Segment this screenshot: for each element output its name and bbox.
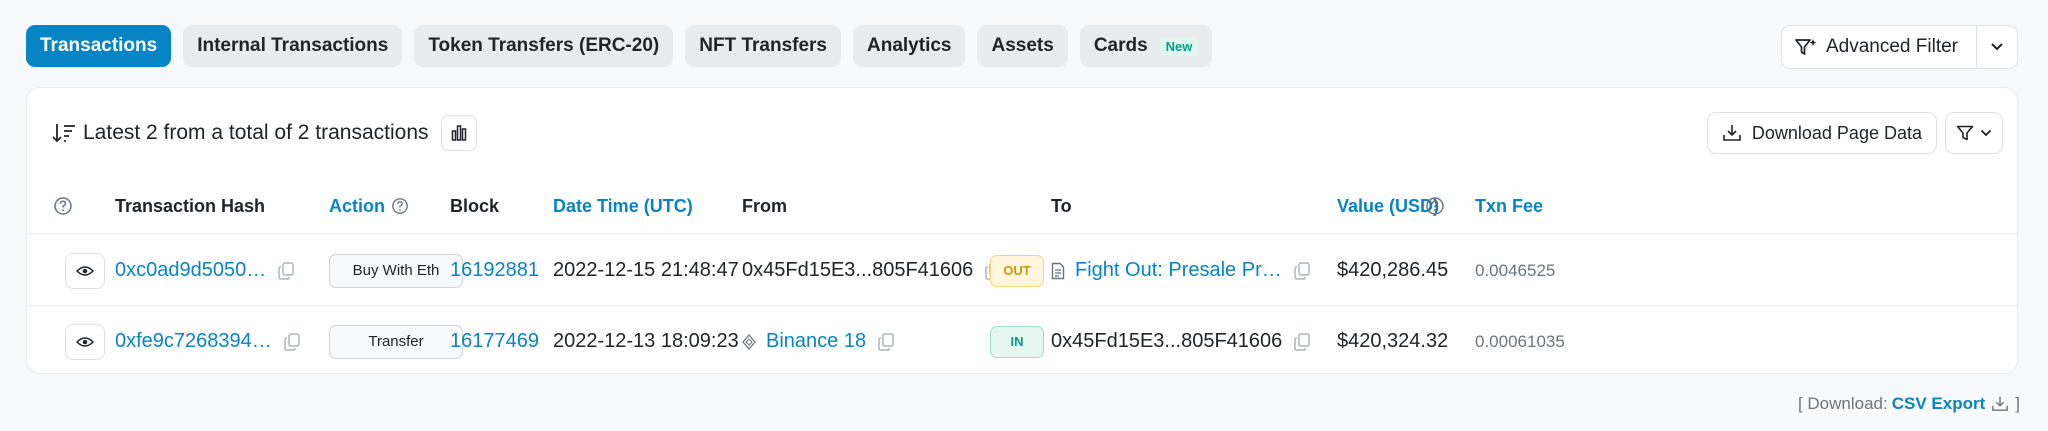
card-header: Latest 2 from a total of 2 transactions …	[27, 88, 2017, 178]
from-address-link[interactable]: Binance 18	[766, 330, 866, 353]
tab-bar: Transactions Internal Transactions Token…	[26, 25, 2018, 69]
eye-icon	[76, 336, 94, 347]
date-time: 2022-12-13 18:09:23	[553, 330, 739, 352]
header-value[interactable]: Value (USD)	[1337, 178, 1439, 234]
transactions-summary: Latest 2 from a total of 2 transactions	[51, 121, 429, 145]
copy-icon[interactable]	[278, 261, 294, 280]
download-icon[interactable]	[1991, 396, 2009, 412]
table-header: Transaction Hash Action Block Date Time …	[27, 178, 2017, 234]
summary-text: Latest 2 from a total of 2 transactions	[83, 121, 429, 144]
download-icon	[1723, 125, 1741, 141]
eye-icon	[76, 265, 94, 276]
tab-cards[interactable]: Cards New	[1079, 25, 1213, 67]
filter-dropdown-button[interactable]	[1945, 112, 2003, 154]
tab-analytics[interactable]: Analytics	[853, 25, 966, 67]
chevron-down-icon	[1980, 129, 1992, 137]
transaction-hash-link[interactable]: 0xfe9c7268394…	[115, 330, 272, 353]
bar-chart-icon	[451, 125, 466, 141]
copy-icon[interactable]	[878, 332, 894, 351]
tab-nft-transfers[interactable]: NFT Transfers	[685, 25, 841, 67]
copy-icon[interactable]	[284, 332, 300, 351]
help-icon[interactable]	[391, 197, 409, 215]
date-time: 2022-12-15 21:48:47	[553, 259, 739, 281]
header-action[interactable]: Action	[329, 178, 409, 234]
header-from: From	[742, 195, 787, 216]
download-page-data-label: Download Page Data	[1751, 122, 1922, 143]
csv-download-prefix: [ Download:	[1797, 394, 1888, 413]
csv-export-link[interactable]: CSV Export	[1892, 394, 1986, 414]
header-value-label: Value (USD)	[1337, 195, 1440, 216]
header-action-label: Action	[329, 195, 385, 216]
preview-button[interactable]	[65, 323, 105, 360]
tab-transactions[interactable]: Transactions	[26, 25, 172, 67]
value-usd: $420,324.32	[1337, 330, 1449, 352]
preview-button[interactable]	[65, 252, 105, 289]
advanced-filter-dropdown[interactable]	[1977, 26, 2017, 68]
transactions-card: Latest 2 from a total of 2 transactions …	[26, 87, 2018, 374]
header-transaction-hash: Transaction Hash	[115, 195, 266, 216]
to-address: 0x45Fd15E3...805F41606	[1051, 330, 1283, 352]
help-icon[interactable]	[1425, 178, 1445, 234]
header-to: To	[1051, 195, 1072, 216]
direction-badge: IN	[990, 325, 1044, 358]
tab-assets[interactable]: Assets	[977, 25, 1068, 67]
chart-button[interactable]	[440, 115, 477, 151]
sort-desc-icon	[52, 124, 75, 143]
help-icon[interactable]	[53, 178, 73, 234]
tab-internal-transactions[interactable]: Internal Transactions	[183, 25, 403, 67]
advanced-filter-button[interactable]: Advanced Filter	[1782, 26, 1977, 68]
copy-icon[interactable]	[1294, 332, 1311, 351]
filter-icon	[1956, 125, 1974, 141]
action-badge[interactable]: Buy With Eth	[329, 253, 463, 288]
to-address-link[interactable]: Fight Out: Presale Pr…	[1075, 259, 1282, 282]
tab-cards-label: Cards	[1093, 35, 1148, 56]
advanced-filter-group: Advanced Filter	[1780, 25, 2018, 69]
value-usd: $420,286.45	[1337, 259, 1449, 281]
copy-icon[interactable]	[1294, 261, 1310, 280]
txn-fee: 0.00061035	[1475, 331, 1565, 351]
exchange-icon	[742, 333, 756, 350]
direction-badge: OUT	[990, 254, 1044, 287]
action-badge[interactable]: Transfer	[329, 324, 463, 359]
new-badge: New	[1159, 36, 1199, 56]
transaction-hash-link[interactable]: 0xc0ad9d5050…	[115, 259, 266, 282]
csv-download: [ Download: CSV Export ]	[1798, 394, 2020, 414]
header-txn-fee[interactable]: Txn Fee	[1475, 178, 1543, 234]
block-link[interactable]: 16192881	[450, 259, 539, 282]
block-link[interactable]: 16177469	[450, 330, 539, 353]
header-block: Block	[450, 195, 500, 216]
header-date-time[interactable]: Date Time (UTC)	[553, 178, 693, 234]
table-row: 0xc0ad9d5050… Buy With Eth 16192881 2022…	[27, 235, 2017, 306]
magic-filter-icon	[1795, 39, 1817, 55]
download-page-data-button[interactable]: Download Page Data	[1706, 112, 1937, 154]
contract-icon	[1051, 262, 1065, 280]
csv-download-suffix: ]	[2015, 394, 2020, 413]
advanced-filter-label: Advanced Filter	[1825, 36, 1958, 57]
chevron-down-icon	[1991, 43, 2003, 51]
txn-fee: 0.0046525	[1475, 260, 1556, 280]
from-address: 0x45Fd15E3...805F41606	[742, 259, 974, 281]
tab-token-transfers[interactable]: Token Transfers (ERC-20)	[414, 25, 674, 67]
table-row: 0xfe9c7268394… Transfer 16177469 2022-12…	[27, 306, 2017, 377]
